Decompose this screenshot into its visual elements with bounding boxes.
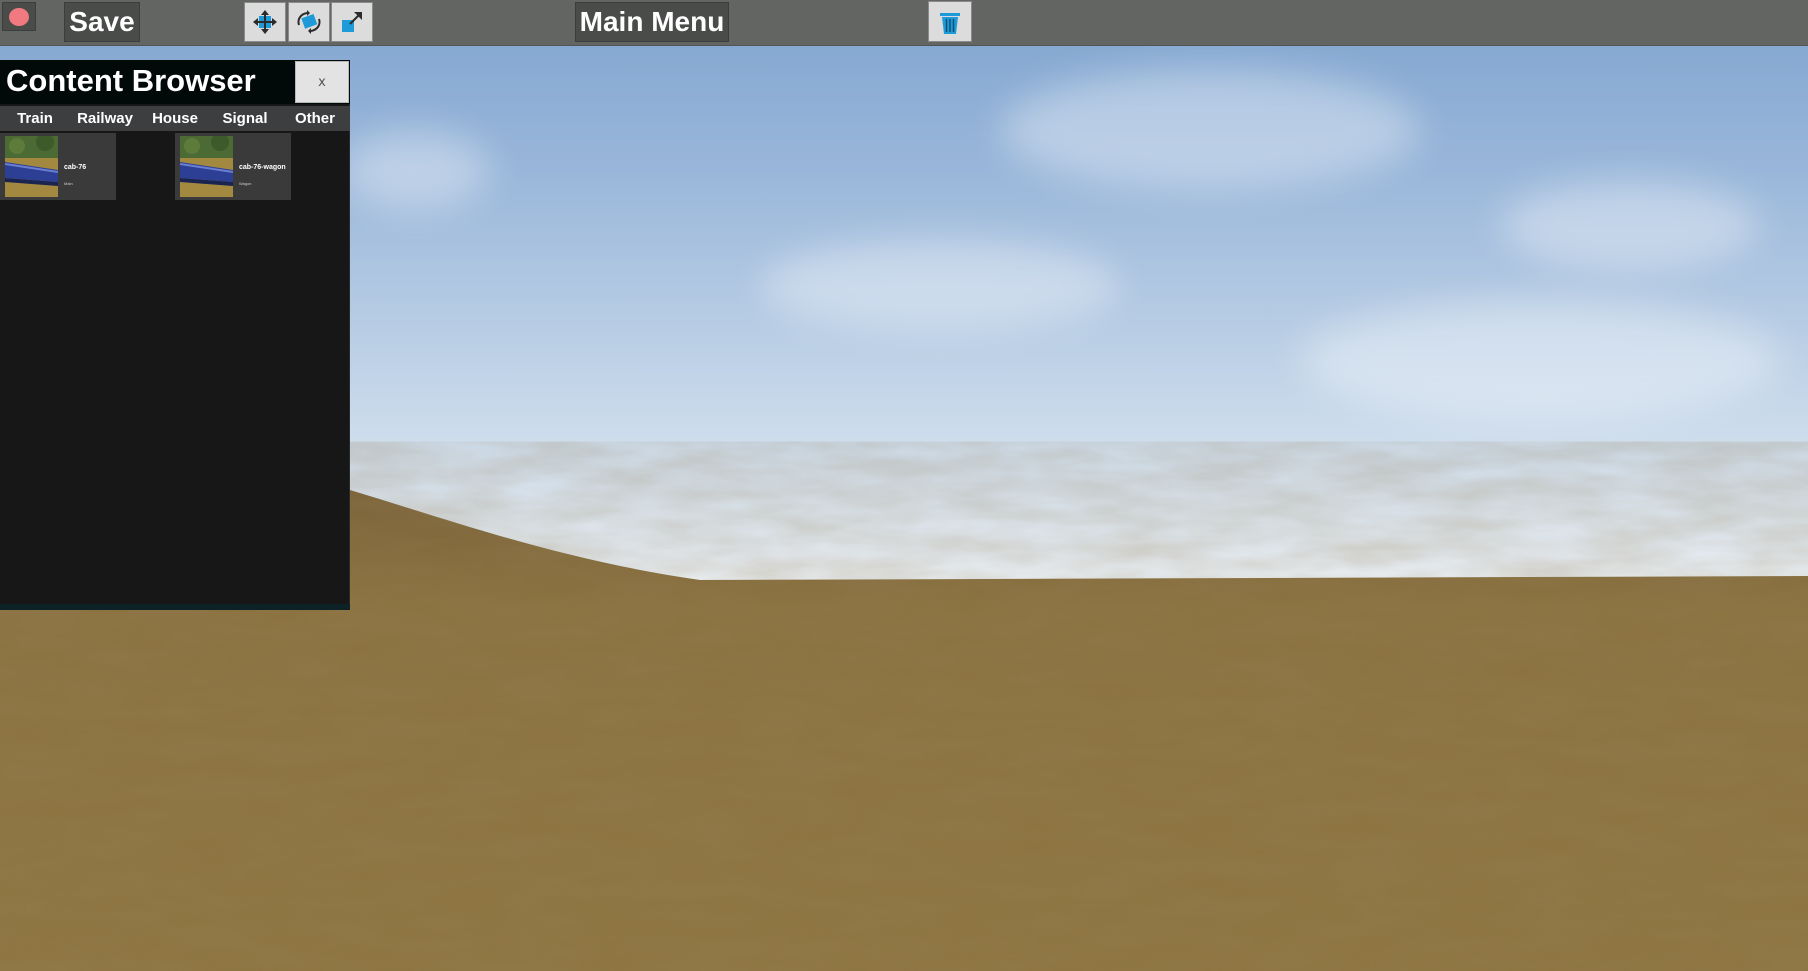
top-toolbar: Save Main Menu bbox=[0, 0, 1808, 46]
rotate-icon bbox=[297, 10, 321, 34]
content-items-grid: cab-76 Main cab-76-wagon Wagon bbox=[0, 133, 350, 603]
rotate-tool-button[interactable] bbox=[288, 2, 330, 42]
record-button[interactable] bbox=[2, 2, 36, 31]
move-tool-button[interactable] bbox=[244, 2, 286, 42]
tab-train[interactable]: Train bbox=[0, 106, 70, 131]
tab-other[interactable]: Other bbox=[280, 106, 350, 131]
tab-signal[interactable]: Signal bbox=[210, 106, 280, 131]
tab-house[interactable]: House bbox=[140, 106, 210, 131]
content-browser-footer bbox=[0, 604, 350, 610]
scale-tool-button[interactable] bbox=[331, 2, 373, 42]
content-browser-panel: Content Browser x Train Railway House Si… bbox=[0, 60, 350, 610]
record-icon bbox=[9, 7, 29, 26]
content-item-subtitle: Main bbox=[64, 181, 73, 186]
content-item-subtitle: Wagon bbox=[239, 181, 252, 186]
content-item-cab-76-wagon[interactable]: cab-76-wagon Wagon bbox=[175, 133, 291, 200]
scale-icon bbox=[342, 12, 362, 32]
save-button[interactable]: Save bbox=[64, 2, 140, 42]
trash-icon bbox=[940, 12, 960, 34]
close-button[interactable]: x bbox=[295, 61, 349, 103]
move-icon bbox=[253, 10, 277, 34]
train-thumbnail bbox=[180, 136, 233, 197]
content-item-name: cab-76-wagon bbox=[239, 164, 286, 171]
main-menu-button[interactable]: Main Menu bbox=[575, 2, 729, 42]
content-browser-title: Content Browser bbox=[6, 63, 256, 98]
content-item-cab-76[interactable]: cab-76 Main bbox=[0, 133, 116, 200]
tab-railway[interactable]: Railway bbox=[70, 106, 140, 131]
category-tabs: Train Railway House Signal Other bbox=[0, 106, 350, 131]
delete-button[interactable] bbox=[928, 1, 972, 42]
train-thumbnail bbox=[5, 136, 58, 197]
content-item-name: cab-76 bbox=[64, 164, 87, 171]
content-browser-header: Content Browser x bbox=[0, 60, 350, 104]
